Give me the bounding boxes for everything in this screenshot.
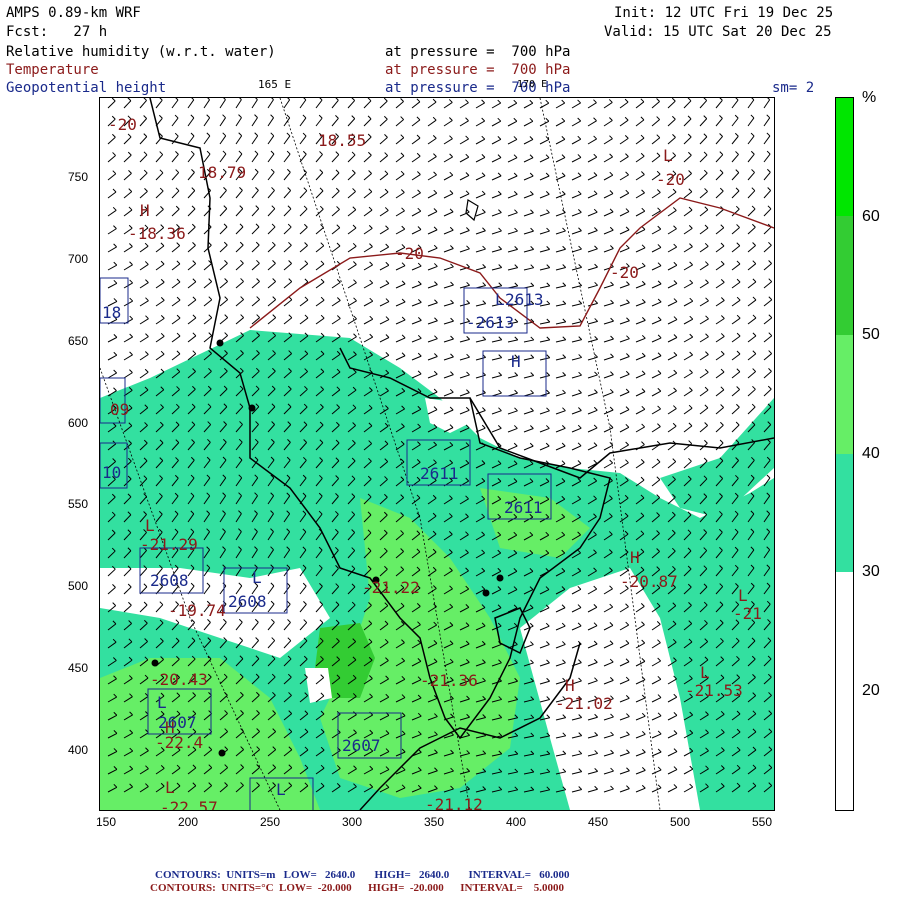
- x-tick: 450: [588, 815, 609, 829]
- x-tick: 550: [752, 815, 773, 829]
- temp-label: -22.4: [155, 733, 204, 752]
- x-tick: 250: [260, 815, 281, 829]
- height-label: 2608: [150, 571, 189, 590]
- low-marker: L: [663, 146, 673, 165]
- y-tick: 400: [68, 743, 89, 757]
- height-label: 09: [110, 400, 130, 419]
- colorbar-label: 40: [862, 445, 880, 462]
- temp-label: -20: [656, 170, 685, 189]
- longitude-label-165e: 165 E: [258, 78, 292, 91]
- field-temperature: Temperature: [6, 62, 99, 78]
- model-title: AMPS 0.89-km WRF: [6, 5, 141, 21]
- y-tick: 500: [68, 579, 89, 593]
- colorbar: [835, 97, 854, 811]
- x-tick: 400: [506, 815, 527, 829]
- high-marker: H: [140, 201, 150, 220]
- footer-temperature-contours: CONTOURS: UNITS=°C LOW= -20.000 HIGH= -2…: [150, 882, 565, 894]
- field-geopotential: Geopotential height: [6, 80, 167, 96]
- valid-time: Valid: 15 UTC Sat 20 Dec 25: [604, 24, 832, 40]
- high-marker: H: [511, 352, 521, 371]
- colorbar-unit: %: [862, 89, 877, 106]
- x-tick: 150: [96, 815, 117, 829]
- x-tick: 500: [670, 815, 691, 829]
- colorbar-segment-50-60: [836, 216, 853, 335]
- high-marker: H: [565, 676, 575, 695]
- temp-label: -21.53: [685, 681, 743, 700]
- colorbar-segment-60-70: [836, 98, 853, 216]
- field-rh: Relative humidity (w.r.t. water): [6, 44, 276, 60]
- low-marker: L: [252, 568, 262, 587]
- map-plot: -20 18.55 18.79 H -18.36 -20 L -20 -20 L…: [99, 97, 775, 811]
- longitude-label-170e: 170 E: [517, 79, 548, 90]
- pressure-temperature: at pressure = 700 hPa: [385, 62, 571, 78]
- temp-label: -21.02: [555, 694, 613, 713]
- low-marker: L: [738, 586, 748, 605]
- temp-label: -21.29: [140, 535, 198, 554]
- low-marker: L: [276, 780, 286, 799]
- colorbar-label: 50: [862, 326, 880, 343]
- temp-label: -21.22: [362, 578, 420, 597]
- temp-label: -21.12: [425, 795, 483, 811]
- low-marker: L: [700, 663, 710, 682]
- temp-label: -20: [108, 115, 137, 134]
- temp-label: -21: [733, 604, 762, 623]
- height-label: 18: [102, 303, 122, 322]
- height-label: -2613: [466, 313, 515, 332]
- temp-label: -22.57: [160, 798, 218, 811]
- y-tick: 700: [68, 252, 89, 266]
- contour-label: -20: [395, 244, 424, 263]
- footer-height-contours: CONTOURS: UNITS=m LOW= 2640.0 HIGH= 2640…: [155, 869, 570, 881]
- map-canvas: [100, 98, 774, 810]
- height-label: 10: [102, 463, 122, 482]
- temp-label: -21.36: [420, 671, 478, 690]
- temp-label: 18.55: [318, 131, 367, 150]
- forecast-hour: Fcst: 27 h: [6, 24, 108, 40]
- colorbar-segment-30-40: [836, 454, 853, 572]
- height-label: 2608: [228, 592, 267, 611]
- colorbar-segment-low: [836, 572, 853, 810]
- temp-label: 18.79: [198, 163, 247, 182]
- y-tick: 450: [68, 661, 89, 675]
- height-label: 2611: [420, 464, 459, 483]
- init-time: Init: 12 UTC Fri 19 Dec 25: [614, 5, 834, 21]
- low-marker: L: [157, 693, 167, 712]
- x-tick: 200: [178, 815, 199, 829]
- height-label: 2607: [158, 713, 197, 732]
- colorbar-label: 20: [862, 682, 880, 699]
- y-tick: 550: [68, 497, 89, 511]
- height-label: 2607: [342, 736, 381, 755]
- temp-label: -19.74: [168, 601, 226, 620]
- x-tick: 350: [424, 815, 445, 829]
- high-marker: H: [630, 548, 640, 567]
- temp-label: -20.87: [620, 572, 678, 591]
- pressure-rh: at pressure = 700 hPa: [385, 44, 571, 60]
- low-marker: L: [495, 290, 505, 309]
- y-tick: 750: [68, 170, 89, 184]
- x-tick: 300: [342, 815, 363, 829]
- temp-label: -20.43: [150, 670, 208, 689]
- island-small: [465, 199, 479, 222]
- y-tick: 600: [68, 416, 89, 430]
- height-label: 2613: [505, 290, 544, 309]
- low-marker: L: [165, 778, 175, 797]
- height-label: 2611: [504, 498, 543, 517]
- temp-label: -18.36: [128, 224, 186, 243]
- contour-label: -20: [610, 263, 639, 282]
- colorbar-label: 30: [862, 563, 880, 580]
- smoothing-label: sm= 2: [772, 80, 815, 96]
- y-tick: 650: [68, 334, 89, 348]
- colorbar-segment-40-50: [836, 335, 853, 454]
- low-marker: L: [145, 516, 155, 535]
- colorbar-label: 60: [862, 208, 880, 225]
